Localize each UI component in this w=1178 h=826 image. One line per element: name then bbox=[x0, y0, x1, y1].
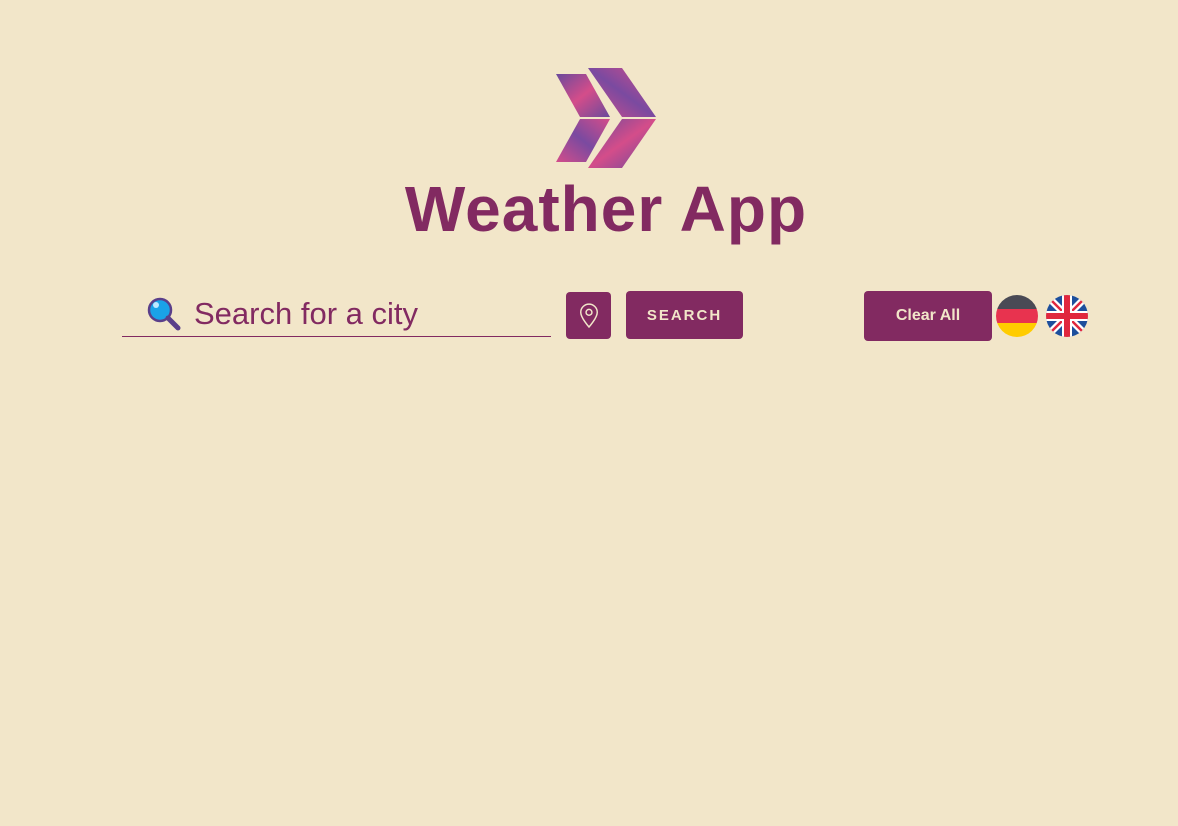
magnifier-icon bbox=[147, 297, 181, 331]
clear-all-button[interactable]: Clear All bbox=[864, 291, 992, 341]
search-button[interactable]: SEARCH bbox=[626, 291, 743, 339]
double-chevron-logo-icon bbox=[556, 68, 656, 168]
search-bar bbox=[122, 292, 551, 337]
current-location-button[interactable] bbox=[566, 292, 611, 339]
uk-flag-icon[interactable] bbox=[1046, 295, 1088, 337]
search-input[interactable] bbox=[194, 292, 544, 336]
map-pin-icon bbox=[579, 302, 598, 328]
german-flag-icon[interactable] bbox=[996, 295, 1038, 337]
weather-app-page: Weather App SEARCH Clear All bbox=[0, 0, 1178, 826]
page-title: Weather App bbox=[404, 173, 808, 245]
